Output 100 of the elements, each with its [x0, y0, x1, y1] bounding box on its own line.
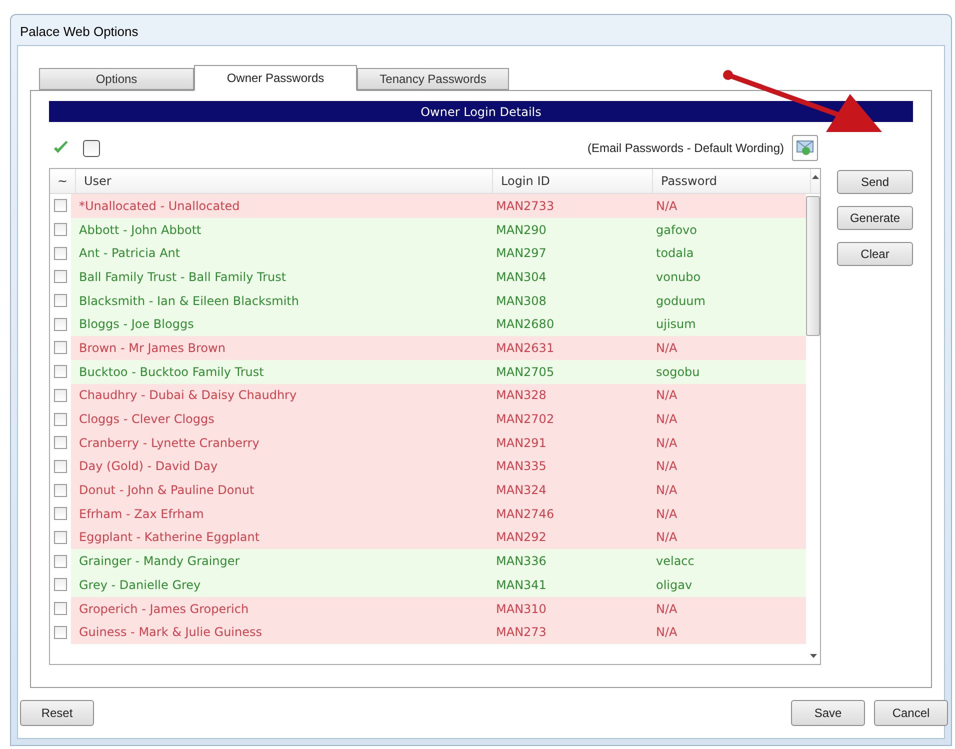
checkbox[interactable]	[54, 602, 67, 616]
checkbox[interactable]	[54, 530, 67, 544]
table-row[interactable]: Day (Gold) - David Day MAN335 N/A	[71, 454, 806, 478]
table-row[interactable]: Grey - Danielle Grey MAN341 oligav	[71, 573, 806, 597]
table-cell-text: N/A	[655, 340, 678, 357]
action-button[interactable]: Send	[837, 170, 913, 194]
scrollbar-thumb[interactable]	[806, 196, 820, 336]
checkbox[interactable]	[54, 578, 67, 592]
table-cell-text: ujisum	[655, 316, 697, 334]
checkbox[interactable]	[54, 270, 67, 284]
table-cell-text: MAN2705	[495, 364, 556, 381]
email-button[interactable]	[792, 135, 818, 161]
checkbox[interactable]	[54, 199, 67, 212]
table-row[interactable]: *Unallocated - Unallocated MAN2733 N/A	[71, 194, 806, 218]
table-cell-text: Day (Gold) - David Day	[78, 458, 219, 476]
checkbox[interactable]	[54, 436, 67, 450]
table-row[interactable]: Chaudhry - Dubai & Daisy Chaudhry MAN328 N/A	[71, 384, 806, 408]
scroll-up-icon[interactable]	[812, 175, 819, 179]
table-cell-text: MAN2702	[495, 411, 556, 428]
section-header: Owner Login Details	[49, 101, 913, 122]
table-cell-text: Blacksmith - Ian & Eileen Blacksmith	[78, 292, 300, 310]
tab[interactable]: Tenancy Passwords	[357, 68, 509, 90]
check-icon[interactable]	[53, 141, 69, 155]
table-cell-text: MAN324	[495, 482, 548, 500]
table-cell-text: *Unallocated - Unallocated	[78, 198, 241, 215]
column-header[interactable]: Login ID	[493, 169, 653, 193]
checkbox[interactable]	[54, 365, 67, 378]
table-row[interactable]: Bucktoo - Bucktoo Family Trust MAN2705 sogobu	[71, 360, 806, 384]
table-row[interactable]: Efrham - Zax Efrham MAN2746 N/A	[71, 502, 806, 526]
table-row[interactable]: Cloggs - Clever Cloggs MAN2702 N/A	[71, 407, 806, 431]
column-header[interactable]: User	[76, 169, 493, 193]
table-cell-text: Cloggs - Clever Cloggs	[78, 411, 216, 428]
table-cell-text: N/A	[655, 624, 678, 642]
checkbox[interactable]	[54, 507, 67, 520]
table-cell-text: MAN336	[495, 553, 548, 570]
checkbox[interactable]	[54, 554, 67, 568]
table-cell-text: Guiness - Mark & Julie Guiness	[78, 624, 264, 642]
table-cell-text: sogobu	[655, 364, 701, 381]
table-row[interactable]: Cranberry - Lynette Cranberry MAN291 N/A	[71, 430, 806, 455]
email-label: (Email Passwords - Default Wording)	[587, 140, 784, 157]
checkbox[interactable]	[54, 460, 67, 473]
table-cell-text: MAN291	[495, 434, 548, 452]
table-row[interactable]: Grainger - Mandy Grainger MAN336 velacc	[71, 549, 806, 573]
column-header[interactable]: ~	[50, 169, 76, 193]
table-cell-text: MAN292	[495, 529, 548, 546]
envelope-icon	[796, 140, 814, 156]
checkbox[interactable]	[54, 294, 67, 308]
table-cell-text: gafovo	[655, 222, 698, 239]
table-cell-text: MAN290	[495, 222, 548, 239]
checkbox[interactable]	[54, 318, 67, 331]
table-cell-text: Cranberry - Lynette Cranberry	[78, 434, 260, 452]
table-cell-text: N/A	[655, 482, 678, 500]
table-cell-text: N/A	[655, 458, 678, 476]
table-row[interactable]: Blacksmith - Ian & Eileen Blacksmith MAN308 goduum	[71, 288, 806, 312]
table-cell-text: N/A	[655, 434, 678, 452]
action-button[interactable]: Reset	[20, 700, 94, 726]
table-cell-text: MAN328	[495, 387, 548, 404]
action-button[interactable]: Generate	[837, 206, 913, 230]
checkbox[interactable]	[54, 223, 67, 236]
table-row[interactable]: Donut - John & Pauline Donut MAN324 N/A	[71, 478, 806, 502]
table-cell-text: velacc	[655, 553, 696, 570]
tab[interactable]: Owner Passwords	[194, 65, 357, 91]
table-row[interactable]: Eggplant - Katherine Eggplant MAN292 N/A	[71, 526, 806, 550]
table-cell-text: goduum	[655, 292, 706, 310]
checkbox[interactable]	[54, 246, 67, 260]
table-cell-text: Grey - Danielle Grey	[78, 576, 202, 594]
table-cell-text: Bloggs - Joe Bloggs	[78, 316, 195, 334]
table-row[interactable]: Abbott - John Abbott MAN290 gafovo	[71, 218, 806, 242]
table-cell-text: MAN341	[495, 576, 548, 594]
action-button[interactable]: Clear	[837, 242, 913, 266]
action-button[interactable]: Save	[791, 700, 865, 726]
tab[interactable]: Options	[39, 68, 194, 90]
table-row[interactable]: Ant - Patricia Ant MAN297 todala	[71, 241, 806, 266]
table-cell-text: N/A	[655, 600, 678, 618]
checkbox[interactable]	[54, 388, 67, 402]
checkbox[interactable]	[54, 484, 67, 497]
table-cell-text: MAN2680	[495, 316, 556, 334]
table-row[interactable]: Ball Family Trust - Ball Family Trust MAN304 vonubo	[71, 265, 806, 289]
table-cell-text: N/A	[655, 411, 678, 428]
table-cell-text: N/A	[655, 198, 678, 215]
table-row[interactable]: Guiness - Mark & Julie Guiness MAN273 N/A	[71, 620, 806, 644]
table-cell-text: MAN2733	[495, 198, 556, 215]
table-cell-text: Ball Family Trust - Ball Family Trust	[78, 268, 288, 286]
table-row[interactable]: Bloggs - Joe Bloggs MAN2680 ujisum	[71, 312, 806, 336]
scroll-down-icon[interactable]	[810, 654, 816, 658]
checkbox[interactable]	[54, 412, 67, 426]
checkbox[interactable]	[54, 341, 67, 354]
column-header[interactable]: Password	[653, 169, 811, 193]
checkbox[interactable]	[83, 140, 100, 156]
table-row[interactable]: Groperich - James Groperich MAN310 N/A	[71, 596, 806, 620]
table-cell-text: Groperich - James Groperich	[78, 600, 250, 618]
table-row[interactable]: Brown - Mr James Brown MAN2631 N/A	[71, 336, 806, 360]
table-cell-text: MAN2746	[495, 506, 556, 523]
checkbox[interactable]	[54, 626, 67, 639]
table-cell-text: N/A	[655, 387, 678, 404]
table-cell-text: Ant - Patricia Ant	[78, 245, 182, 262]
table-cell-text: todala	[655, 245, 695, 262]
table-cell-text: Chaudhry - Dubai & Daisy Chaudhry	[78, 387, 298, 404]
action-button[interactable]: Cancel	[874, 700, 948, 726]
table-cell-text: MAN2631	[495, 340, 556, 357]
